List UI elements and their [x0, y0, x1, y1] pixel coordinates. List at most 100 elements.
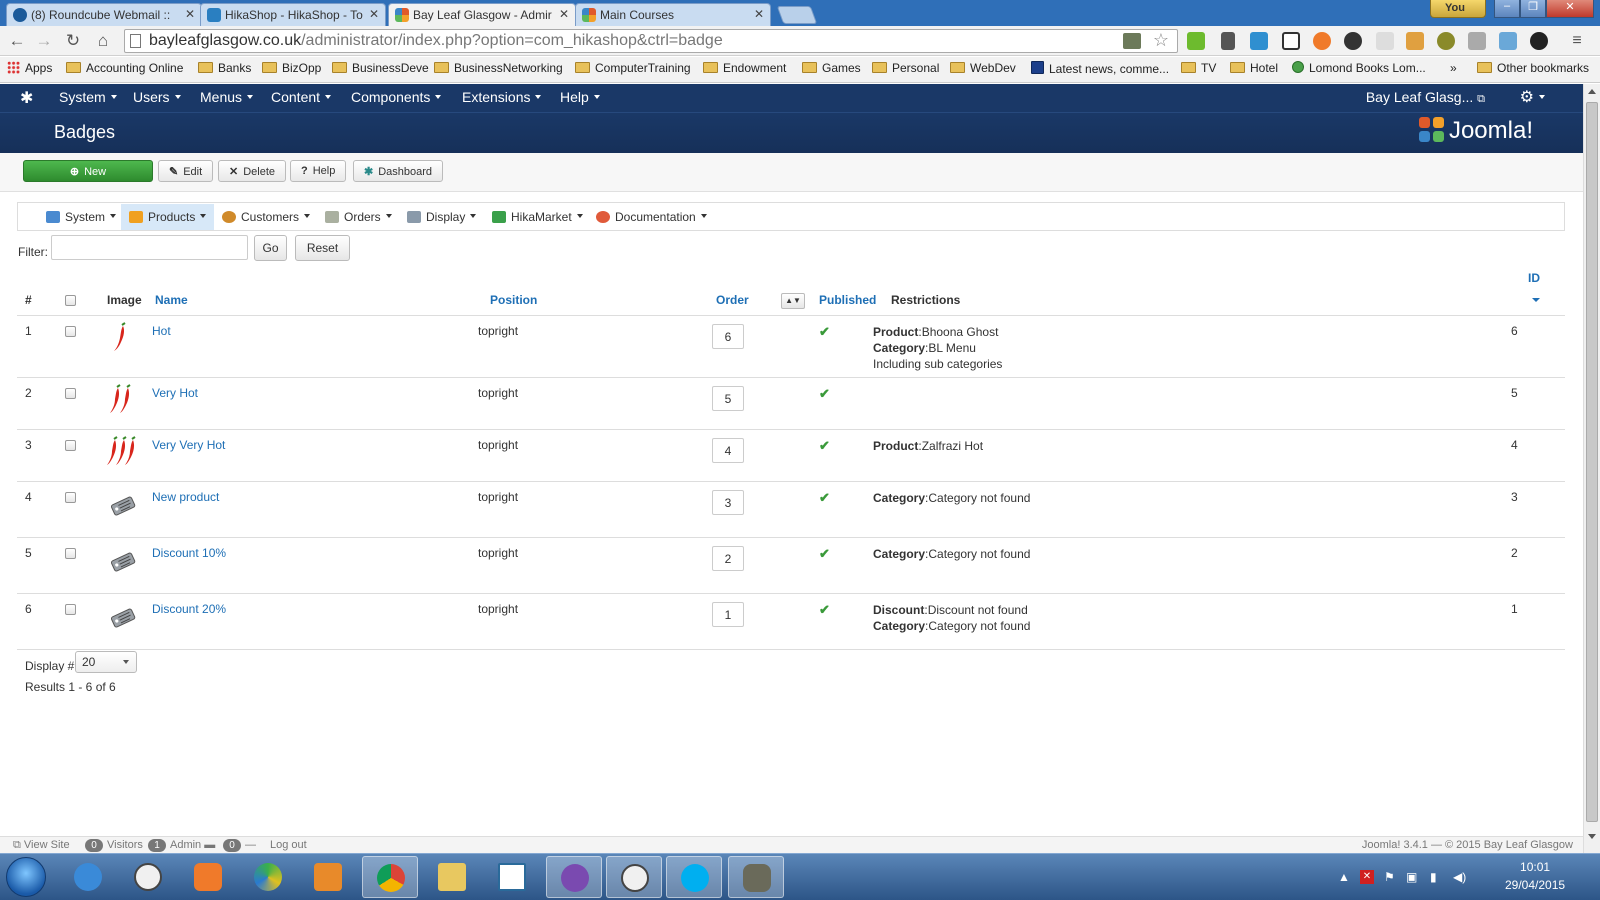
dashboard-button[interactable]: ✱ Dashboard	[353, 160, 444, 182]
messages-status[interactable]: 0—	[223, 839, 256, 852]
bookmark-lomond[interactable]: Lomond Books Lom...	[1292, 61, 1426, 75]
bookmark-apps[interactable]: Apps	[7, 61, 52, 75]
taskbar-internet-explorer[interactable]	[60, 856, 116, 898]
hikamenu-hikamarket[interactable]: HikaMarket	[484, 204, 591, 230]
select-all-checkbox[interactable]	[65, 295, 76, 306]
scroll-up-icon[interactable]	[1588, 89, 1596, 94]
action-center-flag-icon[interactable]: ⚑	[1384, 870, 1395, 884]
bookmark-folder[interactable]: Personal	[872, 61, 939, 75]
bookmark-folder[interactable]: Games	[802, 61, 861, 75]
power-icon[interactable]: ▮	[1430, 870, 1437, 884]
badge-name-link[interactable]: Discount 10%	[152, 546, 226, 560]
extension-icon[interactable]	[1468, 32, 1486, 50]
reload-icon[interactable]: ↻	[62, 30, 84, 52]
published-check-icon[interactable]: ✔	[819, 602, 830, 618]
taskbar-viber[interactable]	[546, 856, 602, 898]
forward-icon[interactable]: →	[33, 30, 55, 52]
menu-extensions[interactable]: Extensions	[462, 89, 542, 105]
badge-name-link[interactable]: Hot	[152, 324, 171, 338]
extension-icon[interactable]	[1406, 32, 1424, 50]
menu-content[interactable]: Content	[271, 89, 332, 105]
taskbar-skype[interactable]	[666, 856, 722, 898]
show-hidden-icons[interactable]: ▲	[1338, 870, 1350, 884]
settings-gear-icon[interactable]: ⚙	[1520, 87, 1545, 107]
taskbar-gimp[interactable]	[728, 856, 784, 898]
menu-components[interactable]: Components	[351, 89, 442, 105]
back-icon[interactable]: ←	[6, 30, 28, 52]
menu-users[interactable]: Users	[133, 89, 181, 105]
close-tab-icon[interactable]: ✕	[369, 7, 379, 21]
published-check-icon[interactable]: ✔	[819, 490, 830, 506]
bookmark-folder[interactable]: BizOpp	[262, 61, 321, 75]
extension-icon[interactable]	[1530, 32, 1548, 50]
profile-badge[interactable]: You	[1430, 0, 1486, 18]
logout-link[interactable]: Log out	[270, 839, 307, 851]
antivirus-icon[interactable]: ✕	[1360, 870, 1374, 884]
published-check-icon[interactable]: ✔	[819, 386, 830, 402]
bookmark-folder[interactable]: Endowment	[703, 61, 786, 75]
order-input[interactable]: 5	[712, 386, 744, 411]
go-button[interactable]: Go	[254, 235, 287, 261]
row-checkbox[interactable]	[65, 548, 76, 559]
tab-roundcube[interactable]: (8) Roundcube Webmail :: ✕	[6, 3, 202, 26]
bookmark-folder[interactable]: Hotel	[1230, 61, 1278, 75]
col-position-sort[interactable]: Position	[490, 293, 537, 307]
close-tab-icon[interactable]: ✕	[185, 7, 195, 21]
badge-name-link[interactable]: Very Very Hot	[152, 438, 225, 452]
network-icon[interactable]: ▣	[1406, 870, 1417, 884]
joomla-logo-icon[interactable]: ✱	[20, 88, 33, 108]
taskbar-clock-app[interactable]	[120, 856, 176, 898]
extension-icon[interactable]	[1282, 32, 1300, 50]
hikamenu-orders[interactable]: Orders	[317, 204, 400, 230]
extension-icon[interactable]	[1344, 32, 1362, 50]
menu-system[interactable]: System	[59, 89, 117, 105]
hikamenu-display[interactable]: Display	[399, 204, 484, 230]
minimize-button[interactable]: –	[1494, 0, 1520, 18]
hikamenu-products[interactable]: Products	[121, 204, 215, 230]
delete-button[interactable]: ✕ Delete	[218, 160, 287, 182]
row-checkbox[interactable]	[65, 604, 76, 615]
site-link[interactable]: Bay Leaf Glasg... ⧉	[1366, 89, 1485, 106]
bookmark-overflow[interactable]: »	[1450, 61, 1457, 75]
tab-main-courses[interactable]: Main Courses ✕	[575, 3, 771, 26]
order-input[interactable]: 1	[712, 602, 744, 627]
bookmark-folder[interactable]: TV	[1181, 61, 1216, 75]
bookmark-folder[interactable]: WebDev	[950, 61, 1016, 75]
extension-icon[interactable]	[1250, 32, 1268, 50]
close-tab-icon[interactable]: ✕	[754, 7, 764, 21]
new-button[interactable]: ⊕ New	[23, 160, 153, 182]
published-check-icon[interactable]: ✔	[819, 324, 830, 340]
filter-input[interactable]	[51, 235, 248, 260]
published-check-icon[interactable]: ✔	[819, 546, 830, 562]
extension-icon[interactable]	[1313, 32, 1331, 50]
scroll-down-icon[interactable]	[1588, 834, 1596, 839]
badge-name-link[interactable]: Discount 20%	[152, 602, 226, 616]
published-check-icon[interactable]: ✔	[819, 438, 830, 454]
taskbar-explorer[interactable]	[424, 856, 480, 898]
extension-icon[interactable]	[1376, 32, 1394, 50]
system-clock[interactable]: 10:01 29/04/2015	[1505, 858, 1565, 894]
reset-button[interactable]: Reset	[295, 235, 350, 261]
tab-hikashop[interactable]: HikaShop - HikaShop - To ✕	[200, 3, 386, 26]
taskbar-chrome[interactable]	[362, 856, 418, 898]
taskbar-app-swirl[interactable]	[240, 856, 296, 898]
hikamenu-system[interactable]: System	[38, 204, 124, 230]
menu-help[interactable]: Help	[560, 89, 600, 105]
order-input[interactable]: 6	[712, 324, 744, 349]
row-checkbox[interactable]	[65, 388, 76, 399]
badge-name-link[interactable]: New product	[152, 490, 219, 504]
close-window-button[interactable]: ✕	[1546, 0, 1594, 18]
save-order-button[interactable]: ▲▼	[781, 293, 805, 309]
order-input[interactable]: 2	[712, 546, 744, 571]
restore-button[interactable]: ❐	[1520, 0, 1546, 18]
vertical-scrollbar[interactable]	[1583, 84, 1600, 853]
order-input[interactable]: 3	[712, 490, 744, 515]
extension-icon[interactable]	[1499, 32, 1517, 50]
col-published-sort[interactable]: Published	[819, 293, 876, 307]
col-order-sort[interactable]: Order	[716, 293, 749, 307]
taskbar-firefox-folder[interactable]	[300, 856, 356, 898]
extension-icon[interactable]	[1187, 32, 1205, 50]
new-tab-button[interactable]	[776, 6, 818, 24]
taskbar-notes[interactable]	[484, 856, 540, 898]
page-action-icon[interactable]	[1123, 33, 1141, 49]
